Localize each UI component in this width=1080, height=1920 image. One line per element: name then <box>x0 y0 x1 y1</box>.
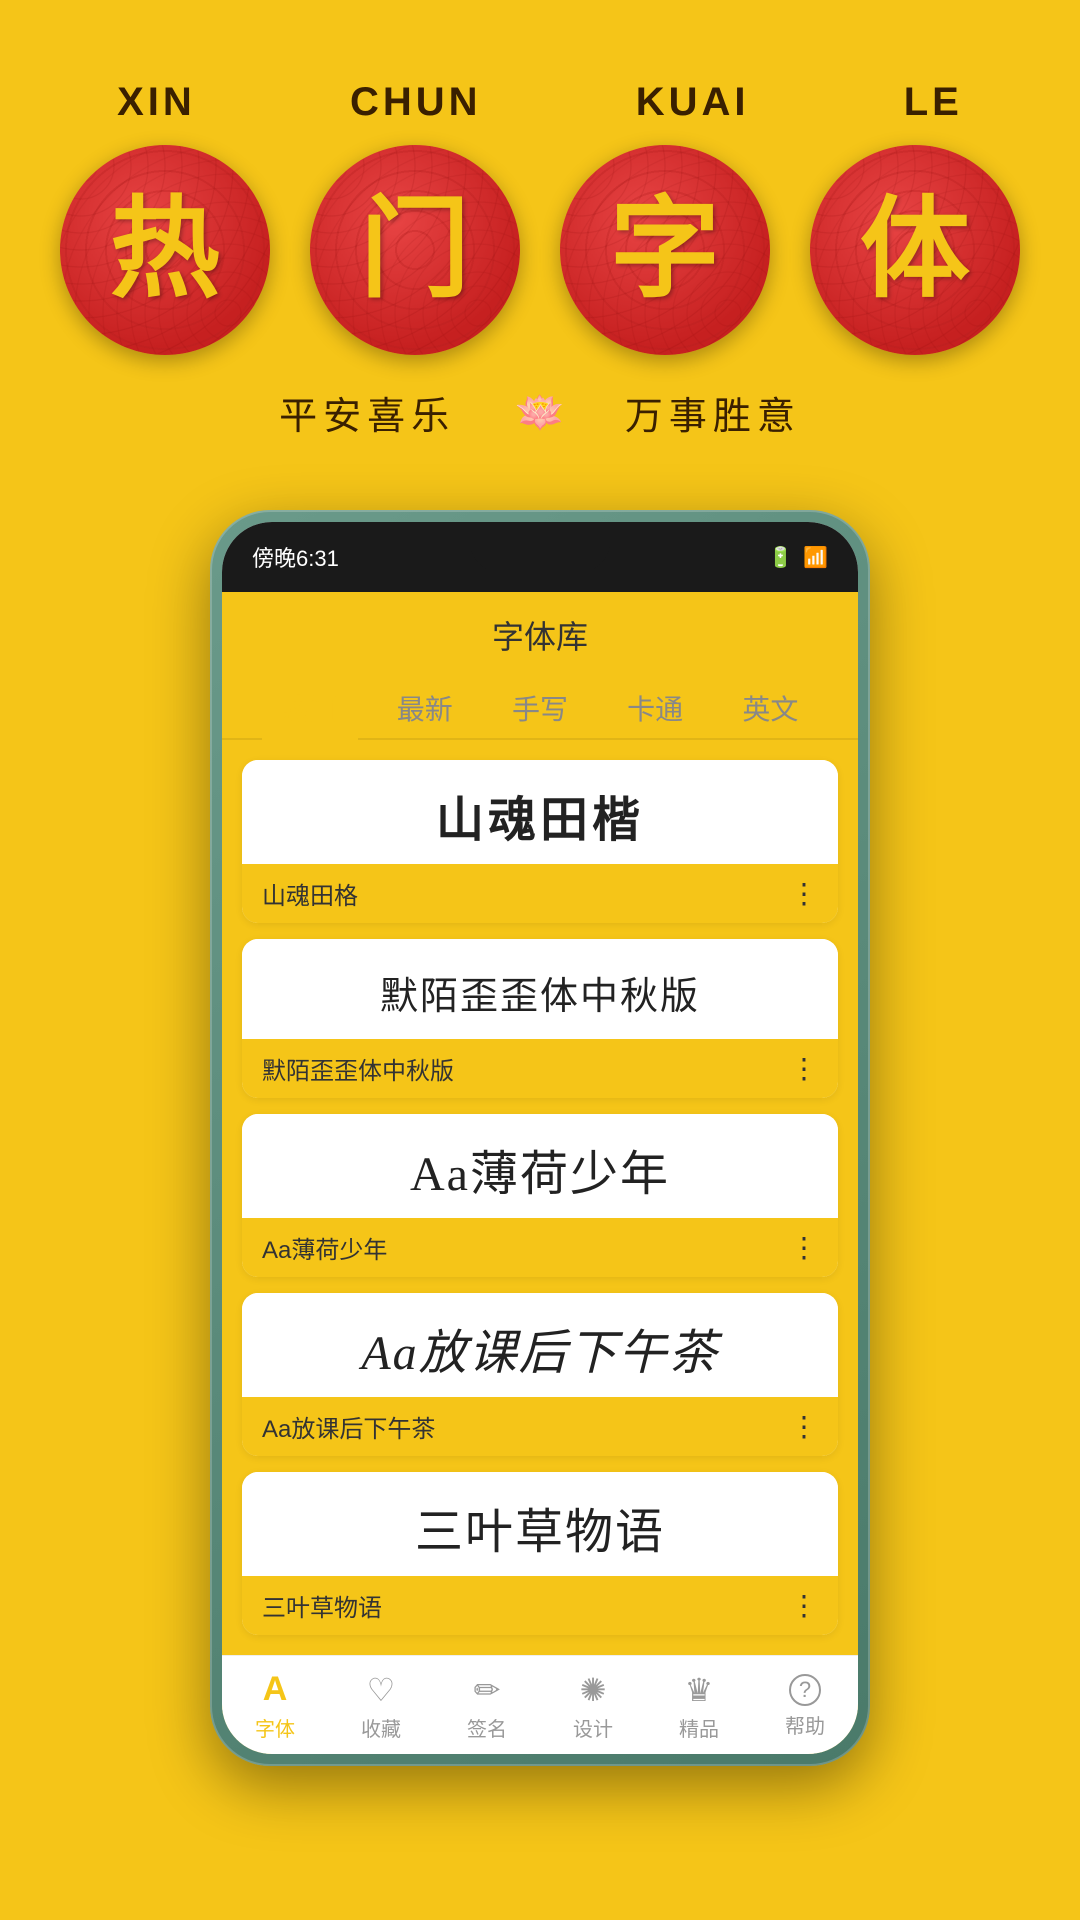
more-icon-2[interactable]: ⋮ <box>790 1052 818 1085</box>
top-section: XIN CHUN KUAI LE 热 门 字 体 平安喜乐 🪷 万事胜意 <box>0 0 1080 480</box>
phone-wrapper: 傍晚6:31 🔋 📶 字体库 热门 最新 手写 卡通 英文 <box>0 480 1080 1826</box>
label-le: LE <box>904 80 963 125</box>
font-preview-1: 山魂田楷 <box>242 760 838 864</box>
font-card-2[interactable]: 默陌歪歪体中秋版 默陌歪歪体中秋版 ⋮ <box>242 939 838 1098</box>
crown-icon: ♛ <box>685 1671 714 1709</box>
char-re: 热 <box>110 195 220 305</box>
heart-icon: ♡ <box>367 1671 396 1709</box>
font-name-2: 默陌歪歪体中秋版 <box>262 1051 454 1086</box>
nav-item-premium[interactable]: ♛ 精品 <box>679 1671 719 1742</box>
app-title: 字体库 <box>222 592 858 668</box>
char-men: 门 <box>360 195 470 305</box>
blessing-left: 平安喜乐 <box>279 385 455 440</box>
font-card-4[interactable]: Aa放课后下午茶 Aa放课后下午茶 ⋮ <box>242 1293 838 1456</box>
nav-item-signature[interactable]: ✏ 签名 <box>467 1671 507 1742</box>
lotus-icon: 🪷 <box>515 389 565 436</box>
nav-label-design: 设计 <box>573 1713 613 1742</box>
status-time: 傍晚6:31 <box>252 541 339 573</box>
tab-new[interactable]: 最新 <box>377 678 473 738</box>
font-name-1: 山魂田格 <box>262 876 358 911</box>
more-icon-1[interactable]: ⋮ <box>790 877 818 910</box>
nav-label-fonts: 字体 <box>255 1713 295 1742</box>
font-preview-text-1: 山魂田楷 <box>436 780 644 850</box>
nav-label-help: 帮助 <box>785 1710 825 1739</box>
status-bar: 傍晚6:31 🔋 📶 <box>222 522 858 592</box>
font-preview-text-4: Aa放课后下午茶 <box>361 1313 718 1383</box>
tabs-row[interactable]: 热门 最新 手写 卡通 英文 <box>222 668 858 740</box>
font-card-1[interactable]: 山魂田楷 山魂田格 ⋮ <box>242 760 838 923</box>
font-card-footer-5: 三叶草物语 ⋮ <box>242 1576 838 1635</box>
label-xin: XIN <box>117 80 196 125</box>
battery-icon: 🔋 <box>768 545 793 570</box>
status-icons: 🔋 📶 <box>768 545 828 570</box>
more-icon-5[interactable]: ⋮ <box>790 1589 818 1622</box>
font-name-3: Aa薄荷少年 <box>262 1230 387 1265</box>
font-preview-3: Aa薄荷少年 <box>242 1114 838 1218</box>
nav-item-help[interactable]: ? 帮助 <box>785 1674 825 1739</box>
label-chun: CHUN <box>350 80 482 125</box>
nav-label-signature: 签名 <box>467 1713 507 1742</box>
font-preview-text-3: Aa薄荷少年 <box>410 1134 670 1204</box>
tab-cartoon[interactable]: 卡通 <box>607 678 703 738</box>
font-card-3[interactable]: Aa薄荷少年 Aa薄荷少年 ⋮ <box>242 1114 838 1277</box>
font-name-4: Aa放课后下午茶 <box>262 1409 435 1444</box>
tab-english[interactable]: 英文 <box>722 678 818 738</box>
circle-men: 门 <box>310 145 520 355</box>
font-card-footer-4: Aa放课后下午茶 ⋮ <box>242 1397 838 1456</box>
char-ti: 体 <box>860 195 970 305</box>
char-zi: 字 <box>610 195 720 305</box>
labels-row: XIN CHUN KUAI LE <box>40 80 1040 125</box>
circle-ti: 体 <box>810 145 1020 355</box>
circle-re: 热 <box>60 145 270 355</box>
phone-inner: 傍晚6:31 🔋 📶 字体库 热门 最新 手写 卡通 英文 <box>222 522 858 1754</box>
font-name-5: 三叶草物语 <box>262 1588 382 1623</box>
circles-row: 热 门 字 体 <box>40 145 1040 355</box>
font-preview-2: 默陌歪歪体中秋版 <box>242 939 838 1039</box>
font-card-5[interactable]: 三叶草物语 三叶草物语 ⋮ <box>242 1472 838 1635</box>
pen-icon: ✏ <box>474 1671 501 1709</box>
nav-label-premium: 精品 <box>679 1713 719 1742</box>
design-icon: ✺ <box>580 1671 607 1709</box>
bottom-nav: A 字体 ♡ 收藏 ✏ 签名 ✺ 设计 <box>222 1655 858 1754</box>
blessings-row: 平安喜乐 🪷 万事胜意 <box>40 385 1040 440</box>
more-icon-3[interactable]: ⋮ <box>790 1231 818 1264</box>
font-preview-text-5: 三叶草物语 <box>415 1492 665 1562</box>
font-cards-container: 山魂田楷 山魂田格 ⋮ 默陌歪歪体中秋版 默陌歪歪体中秋版 <box>222 740 858 1655</box>
label-kuai: KUAI <box>636 80 750 125</box>
font-card-footer-2: 默陌歪歪体中秋版 ⋮ <box>242 1039 838 1098</box>
wifi-icon: 📶 <box>803 545 828 570</box>
help-icon: ? <box>789 1674 821 1706</box>
font-preview-4: Aa放课后下午茶 <box>242 1293 838 1397</box>
nav-item-fonts[interactable]: A 字体 <box>255 1670 295 1742</box>
tab-hot[interactable]: 热门 <box>262 678 358 738</box>
nav-item-favorites[interactable]: ♡ 收藏 <box>361 1671 401 1742</box>
nav-label-favorites: 收藏 <box>361 1713 401 1742</box>
circle-zi: 字 <box>560 145 770 355</box>
font-preview-text-2: 默陌歪歪体中秋版 <box>380 965 700 1020</box>
fonts-icon: A <box>263 1670 288 1709</box>
nav-item-design[interactable]: ✺ 设计 <box>573 1671 613 1742</box>
tab-handwriting[interactable]: 手写 <box>492 678 588 738</box>
app-screen: 字体库 热门 最新 手写 卡通 英文 山魂田楷 <box>222 592 858 1754</box>
font-card-footer-3: Aa薄荷少年 ⋮ <box>242 1218 838 1277</box>
phone-outer: 傍晚6:31 🔋 📶 字体库 热门 最新 手写 卡通 英文 <box>210 510 870 1766</box>
blessing-right: 万事胜意 <box>625 385 801 440</box>
more-icon-4[interactable]: ⋮ <box>790 1410 818 1443</box>
font-card-footer-1: 山魂田格 ⋮ <box>242 864 838 923</box>
font-preview-5: 三叶草物语 <box>242 1472 838 1576</box>
